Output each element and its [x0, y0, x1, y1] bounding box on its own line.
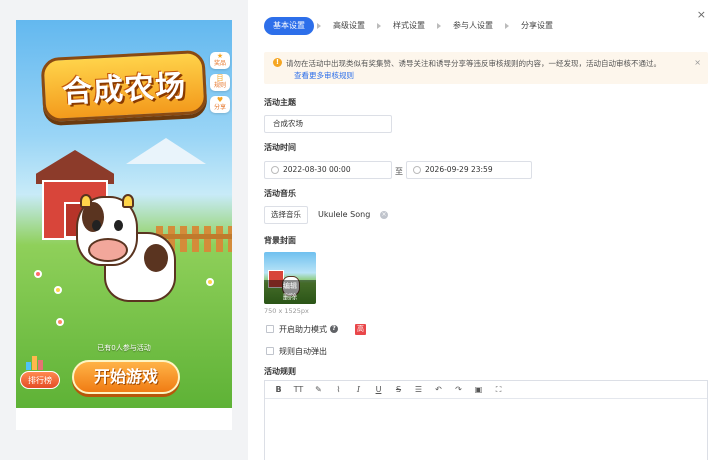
edit-cover-button[interactable]: 编辑 — [264, 281, 316, 292]
join-count-text: 已有0人参与活动 — [97, 344, 151, 352]
auto-popup-label: 规则自动弹出 — [279, 347, 327, 356]
align-icon[interactable]: ☰ — [411, 382, 426, 397]
notice-text: 请勿在活动中出现类似有奖集赞、诱导关注和诱导分享等违反审核规则的内容，一经发现，… — [286, 59, 661, 68]
assist-mode-label: 开启助力模式 — [279, 325, 327, 334]
phone-footer — [16, 408, 232, 430]
chevron-right-icon — [377, 23, 381, 29]
chevron-right-icon — [505, 23, 509, 29]
game-title-art: 合成农场 — [40, 49, 208, 123]
cover-thumbnail[interactable]: 编辑 删除 — [264, 252, 316, 304]
cover-label: 背景封面 — [264, 236, 296, 245]
assist-mode-checkbox[interactable] — [266, 325, 274, 333]
brush-icon[interactable]: ⌇ — [331, 382, 346, 397]
end-time-input[interactable]: 2026-09-29 23:59 — [406, 161, 532, 179]
chevron-right-icon — [317, 23, 321, 29]
theme-input[interactable]: 合成农场 — [264, 115, 392, 133]
phone-preview: 合成农场 ★ 奖品 目 规则 ♥ 分享 已有0人参与活动 排行榜 开始游戏 — [16, 20, 232, 408]
rules-editor[interactable]: B TT ✎ ⌇ I U S ☰ ↶ ↷ ▣ ⛶ — [264, 380, 708, 460]
theme-label: 活动主题 — [264, 98, 296, 107]
flower-icon — [54, 286, 62, 294]
rank-button[interactable]: 排行榜 — [20, 371, 60, 389]
rules-chip-label: 规则 — [213, 82, 226, 89]
font-size-icon[interactable]: TT — [291, 382, 306, 397]
mountain-art — [126, 138, 206, 164]
share-chip-label: 分享 — [213, 104, 226, 111]
clock-icon — [271, 166, 279, 174]
game-title: 合成农场 — [61, 68, 188, 111]
cover-size-hint: 750 x 1525px — [264, 307, 309, 315]
music-name: Ukulele Song — [318, 210, 371, 219]
undo-icon[interactable]: ↶ — [431, 382, 446, 397]
settings-panel: × 基本设置 高级设置 样式设置 参与人设置 分享设置 ! 请勿在活动中出现类似… — [248, 0, 720, 460]
tab-share-settings[interactable]: 分享设置 — [512, 17, 562, 35]
fullscreen-icon[interactable]: ⛶ — [491, 382, 506, 397]
close-icon[interactable]: × — [697, 8, 706, 21]
time-label: 活动时间 — [264, 143, 296, 152]
italic-icon[interactable]: I — [351, 382, 366, 397]
help-icon[interactable]: ? — [330, 325, 338, 333]
flower-icon — [34, 270, 42, 278]
tab-style-settings[interactable]: 样式设置 — [384, 17, 434, 35]
clock-icon — [413, 166, 421, 174]
strikethrough-icon[interactable]: S — [391, 382, 406, 397]
auto-popup-checkbox[interactable] — [266, 347, 274, 355]
star-icon: ★ — [216, 52, 224, 60]
start-time-value: 2022-08-30 00:00 — [283, 165, 351, 174]
image-icon[interactable]: ▣ — [471, 382, 486, 397]
premium-badge: 高 — [355, 324, 366, 335]
remove-music-icon[interactable]: × — [380, 211, 388, 219]
notice-close-icon[interactable]: × — [694, 58, 701, 67]
tab-participant-settings[interactable]: 参与人设置 — [444, 17, 502, 35]
delete-cover-button[interactable]: 删除 — [264, 292, 316, 303]
rank-chart-icon — [26, 354, 46, 370]
underline-icon[interactable]: U — [371, 382, 386, 397]
redo-icon[interactable]: ↷ — [451, 382, 466, 397]
end-time-value: 2026-09-29 23:59 — [425, 165, 493, 174]
pen-icon[interactable]: ✎ — [311, 382, 326, 397]
rules-icon: 目 — [216, 74, 224, 82]
review-notice: ! 请勿在活动中出现类似有奖集赞、诱导关注和诱导分享等违反审核规则的内容，一经发… — [264, 52, 708, 84]
tab-basic-settings[interactable]: 基本设置 — [264, 17, 314, 35]
rules-chip[interactable]: 目 规则 — [210, 74, 230, 91]
select-music-button[interactable]: 选择音乐 — [264, 206, 308, 224]
tab-advanced-settings[interactable]: 高级设置 — [324, 17, 374, 35]
share-chip[interactable]: ♥ 分享 — [210, 96, 230, 113]
step-tabs: 基本设置 高级设置 样式设置 参与人设置 分享设置 — [264, 17, 562, 35]
flower-icon — [206, 278, 214, 286]
cow-art — [64, 188, 180, 320]
start-time-input[interactable]: 2022-08-30 00:00 — [264, 161, 392, 179]
range-separator: 至 — [395, 167, 403, 176]
start-game-button[interactable]: 开始游戏 — [72, 360, 180, 394]
prize-chip[interactable]: ★ 奖品 — [210, 52, 230, 69]
rules-label: 活动规则 — [264, 367, 296, 376]
prize-chip-label: 奖品 — [213, 60, 226, 67]
review-rules-link[interactable]: 查看更多审核规则 — [294, 70, 354, 81]
editor-toolbar: B TT ✎ ⌇ I U S ☰ ↶ ↷ ▣ ⛶ — [265, 381, 707, 399]
heart-icon: ♥ — [216, 96, 224, 104]
cover-actions: 编辑 删除 — [264, 280, 316, 304]
bold-icon[interactable]: B — [271, 382, 286, 397]
preview-panel: 合成农场 ★ 奖品 目 规则 ♥ 分享 已有0人参与活动 排行榜 开始游戏 — [0, 0, 248, 460]
warning-icon: ! — [273, 58, 282, 67]
chevron-right-icon — [437, 23, 441, 29]
flower-icon — [56, 318, 64, 326]
music-label: 活动音乐 — [264, 189, 296, 198]
